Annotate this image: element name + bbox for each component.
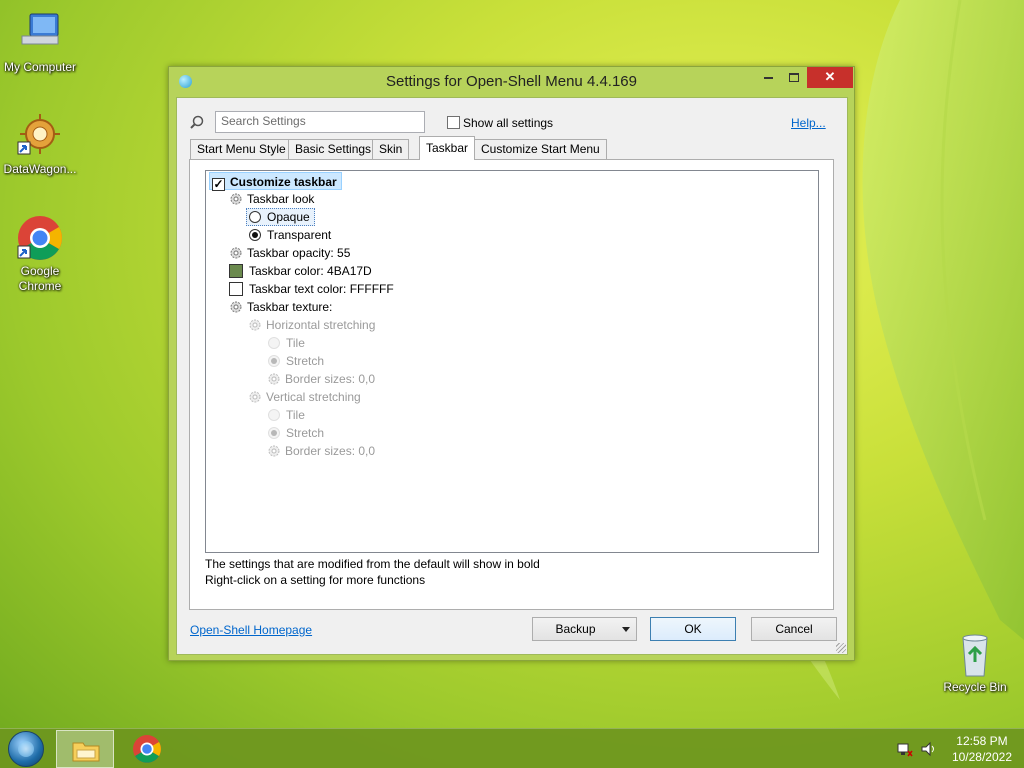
tree-item-v-tile[interactable]: Tile <box>268 406 305 424</box>
ok-button[interactable]: OK <box>650 617 736 641</box>
close-icon: ✕ <box>824 69 836 84</box>
tab-start-menu-style[interactable]: Start Menu Style <box>190 139 293 159</box>
tab-customize-start-menu[interactable]: Customize Start Menu <box>474 139 607 159</box>
radio-v-tile[interactable] <box>268 409 280 421</box>
tree-item-v-border[interactable]: Border sizes: 0,0 <box>267 442 375 460</box>
gear-icon <box>268 445 280 457</box>
hint-text-bold: The settings that are modified from the … <box>205 557 540 571</box>
show-all-checkbox[interactable] <box>447 116 460 129</box>
taskbar-chrome-button[interactable] <box>128 732 166 766</box>
maximize-icon <box>789 73 799 83</box>
tree-item-opacity[interactable]: Taskbar opacity: 55 <box>229 244 350 262</box>
desktop-icon-my-computer[interactable]: My Computer <box>0 10 80 75</box>
maximize-button[interactable] <box>781 67 807 88</box>
desktop-icon-label: DataWagon... <box>3 162 77 176</box>
show-all-label[interactable]: Show all settings <box>463 116 553 130</box>
taskbar-explorer-button[interactable] <box>56 730 114 768</box>
tree-item-v-stretch[interactable]: Stretch <box>268 424 324 442</box>
homepage-link[interactable]: Open-Shell Homepage <box>190 623 312 637</box>
system-clock[interactable]: 12:58 PM 10/28/2022 <box>952 733 1012 765</box>
desktop-icon-label: Google Chrome <box>18 264 62 293</box>
clock-time: 12:58 PM <box>956 734 1008 748</box>
desktop-icon-recycle-bin[interactable]: Recycle Bin <box>935 630 1015 695</box>
desktop-icon-datawagon[interactable]: DataWagon... <box>0 112 80 177</box>
tree-item-customize-taskbar[interactable]: ✓ Customize taskbar <box>209 172 342 191</box>
tree-item-opaque[interactable]: Opaque <box>246 208 315 226</box>
backup-label: Backup <box>555 622 596 636</box>
start-button[interactable] <box>8 731 44 767</box>
network-icon[interactable] <box>897 741 913 760</box>
chrome-icon <box>133 735 161 763</box>
gear-icon <box>268 373 280 385</box>
tree-item-taskbar-color[interactable]: Taskbar color: 4BA17D <box>229 262 372 280</box>
desktop-icon-google-chrome[interactable]: Google Chrome <box>0 214 80 294</box>
start-orb-icon <box>18 741 34 757</box>
close-button[interactable]: ✕ <box>807 67 853 88</box>
radio-h-stretch[interactable] <box>268 355 280 367</box>
tree-item-vertical-stretching[interactable]: Vertical stretching <box>248 388 361 406</box>
tree-item-h-border[interactable]: Border sizes: 0,0 <box>267 370 375 388</box>
sunburst-icon <box>16 112 64 160</box>
taskbar: 12:58 PM 10/28/2022 <box>0 728 1024 768</box>
tree-item-h-stretch[interactable]: Stretch <box>268 352 324 370</box>
tab-skin[interactable]: Skin <box>372 139 410 159</box>
gear-icon <box>249 391 261 403</box>
tab-taskbar[interactable]: Taskbar <box>419 136 476 160</box>
dropdown-arrow-icon <box>622 627 630 632</box>
search-icon <box>190 115 204 132</box>
gear-icon <box>230 193 242 205</box>
tree-item-taskbar-look[interactable]: Taskbar look <box>229 190 314 208</box>
folder-icon <box>72 742 100 762</box>
gear-icon <box>230 247 242 259</box>
chrome-icon <box>16 214 64 262</box>
desktop-icon-label: My Computer <box>3 60 77 74</box>
minimize-button[interactable] <box>755 67 781 88</box>
desktop-icon-label: Recycle Bin <box>943 680 1007 694</box>
hint-text-right-click: Right-click on a setting for more functi… <box>205 573 426 587</box>
radio-h-tile[interactable] <box>268 337 280 349</box>
window-title: Settings for Open-Shell Menu 4.4.169 <box>386 73 637 90</box>
tree-item-horizontal-stretching[interactable]: Horizontal stretching <box>248 316 375 334</box>
tree-item-h-tile[interactable]: Tile <box>268 334 305 352</box>
help-link[interactable]: Help... <box>791 116 826 130</box>
tree-item-texture[interactable]: Taskbar texture: <box>229 298 332 316</box>
resize-grip-icon[interactable] <box>836 643 846 653</box>
minimize-icon <box>763 76 773 79</box>
gear-icon <box>230 301 242 313</box>
radio-v-stretch[interactable] <box>268 427 280 439</box>
dialog-client: Search Settings Show all settings Help..… <box>176 97 848 655</box>
cancel-button[interactable]: Cancel <box>751 617 837 641</box>
gear-icon <box>249 319 261 331</box>
computer-icon <box>16 10 64 58</box>
radio-transparent[interactable] <box>249 229 261 241</box>
settings-window: Settings for Open-Shell Menu 4.4.169 ✕ S… <box>168 66 855 661</box>
tree-item-transparent[interactable]: Transparent <box>249 226 331 244</box>
title-bar[interactable]: Settings for Open-Shell Menu 4.4.169 ✕ <box>169 67 854 97</box>
recycle-bin-icon <box>951 630 999 678</box>
clock-date: 10/28/2022 <box>951 750 1012 764</box>
checked-checkbox-icon[interactable]: ✓ <box>212 178 225 191</box>
search-input[interactable]: Search Settings <box>215 111 425 133</box>
tree-item-text-color[interactable]: Taskbar text color: FFFFFF <box>229 280 394 298</box>
volume-icon[interactable] <box>920 741 938 760</box>
radio-opaque[interactable] <box>249 211 261 223</box>
color-swatch[interactable] <box>229 264 243 278</box>
tab-panel: ✓ Customize taskbar Taskbar look Opaque T… <box>189 159 834 610</box>
tab-basic-settings[interactable]: Basic Settings <box>288 139 379 159</box>
color-swatch[interactable] <box>229 282 243 296</box>
backup-button[interactable]: Backup <box>532 617 637 641</box>
settings-tree[interactable]: ✓ Customize taskbar Taskbar look Opaque T… <box>205 170 819 553</box>
